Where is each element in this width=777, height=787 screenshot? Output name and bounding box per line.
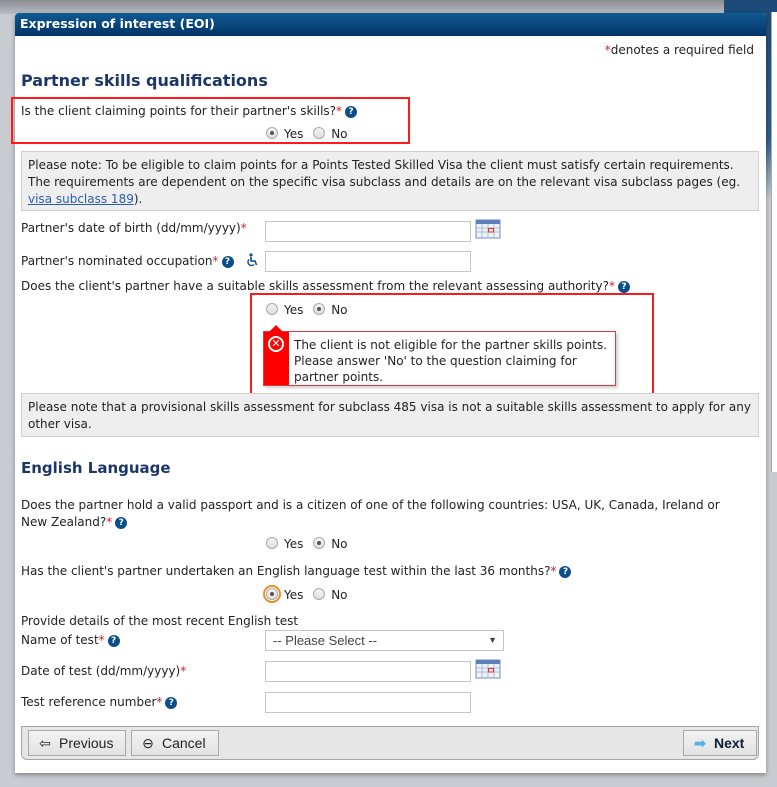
previous-button[interactable]: ⇦ Previous [28, 730, 126, 756]
arrow-left-icon: ⇦ [39, 735, 51, 751]
accessibility-icon[interactable] [246, 253, 258, 267]
reference-input[interactable] [265, 692, 471, 713]
error-icon: ✕ [268, 336, 284, 352]
test-details-heading: Provide details of the most recent Engli… [21, 614, 299, 628]
dob-input[interactable] [265, 221, 471, 242]
help-icon[interactable]: ? [221, 256, 234, 268]
assessment-question-label: Does the client's partner have a suitabl… [21, 279, 631, 293]
provisional-note: Please note that a provisional skills as… [21, 393, 759, 437]
claiming-no-radio[interactable] [313, 127, 326, 139]
error-tooltip: ✕ The client is not eligible for the par… [263, 325, 616, 386]
help-icon[interactable]: ? [345, 106, 358, 118]
section-heading-partner-skills: Partner skills qualifications [21, 71, 268, 90]
dob-label: Partner's date of birth (dd/mm/yyyy)* [21, 221, 247, 235]
required-field-note: *denotes a required field [604, 43, 754, 57]
assessment-yes-radio[interactable] [266, 303, 278, 315]
cancel-button[interactable]: ⊖ Cancel [131, 730, 219, 756]
error-message: The client is not eligible for the partn… [294, 338, 608, 384]
eligibility-note: Please note: To be eligible to claim poi… [21, 151, 759, 211]
next-button[interactable]: ➡ Next [683, 730, 757, 756]
test-yes-radio[interactable] [263, 585, 281, 603]
error-tooltip-pointer [269, 325, 283, 332]
arrow-right-icon: ➡ [694, 735, 706, 751]
cancel-icon: ⊖ [142, 735, 154, 751]
passport-yes-radio[interactable] [266, 537, 278, 549]
help-icon[interactable]: ? [115, 517, 128, 529]
passport-no-radio[interactable] [313, 537, 326, 549]
help-icon[interactable]: ? [618, 281, 631, 293]
help-icon[interactable]: ? [107, 635, 120, 647]
claiming-question-radios: Yes No [266, 127, 354, 141]
test-no-radio[interactable] [313, 588, 326, 600]
visa-subclass-189-link[interactable]: visa subclass 189 [28, 192, 134, 206]
passport-question-label: Does the partner hold a valid passport a… [21, 498, 720, 529]
background-right-edge [771, 12, 777, 472]
test-question-label: Has the client's partner undertaken an E… [21, 564, 572, 578]
calendar-icon[interactable] [475, 217, 501, 239]
test-question-radios: Yes No [263, 585, 354, 603]
claiming-question-label: Is the client claiming points for their … [21, 104, 358, 118]
reference-label: Test reference number*? [21, 695, 178, 709]
claiming-yes-radio[interactable] [266, 127, 278, 139]
eoi-panel: Expression of interest (EOI) *denotes a … [11, 13, 766, 773]
help-icon[interactable]: ? [165, 697, 178, 709]
footer-toolbar: ⇦ Previous ⊖ Cancel ➡ Next [21, 726, 759, 760]
dropdown-arrow-icon: ▼ [488, 635, 497, 645]
test-date-label: Date of test (dd/mm/yyyy)* [21, 664, 187, 678]
help-icon[interactable]: ? [559, 566, 572, 578]
section-heading-english: English Language [21, 459, 171, 477]
test-name-label: Name of test*? [21, 633, 120, 647]
passport-question-radios: Yes No [266, 537, 354, 551]
background-top [0, 0, 777, 14]
occupation-input[interactable] [265, 251, 471, 272]
panel-title: Expression of interest (EOI) [15, 13, 766, 36]
calendar-icon[interactable] [475, 657, 501, 679]
assessment-question-radios: Yes No [266, 303, 354, 317]
occupation-label: Partner's nominated occupation*? [21, 254, 234, 268]
assessment-no-radio[interactable] [313, 303, 326, 315]
test-date-input[interactable] [265, 661, 471, 682]
test-name-select[interactable]: -- Please Select -- ▼ [265, 630, 504, 651]
